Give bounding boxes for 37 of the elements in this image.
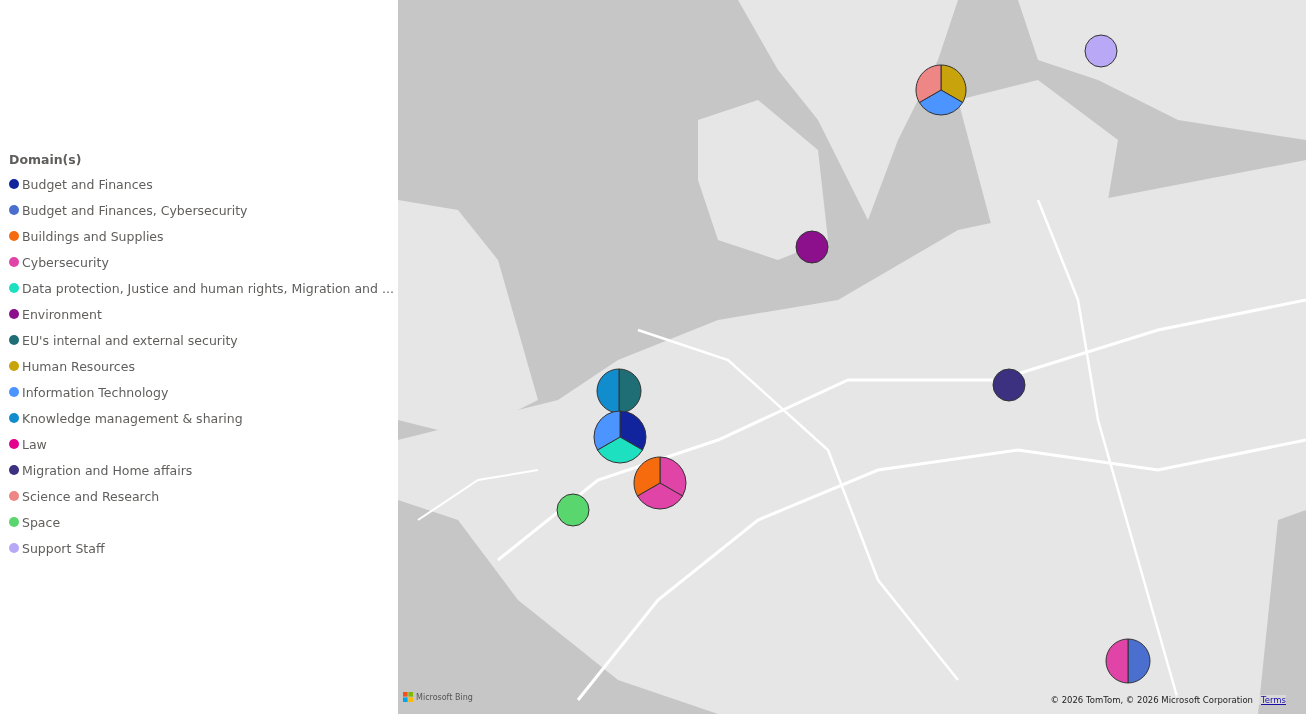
logo-text: Microsoft Bing	[416, 692, 473, 702]
pie-slice[interactable]	[940, 64, 967, 103]
legend-label[interactable]: Human Resources	[22, 358, 135, 374]
legend-label[interactable]: EU's internal and external security	[22, 332, 238, 348]
legend-title: Domain(s)	[9, 152, 83, 167]
pie-slice[interactable]	[992, 368, 1026, 402]
legend-label[interactable]: Budget and Finances, Cybersecurity	[22, 202, 248, 218]
pie-slice[interactable]	[795, 230, 829, 264]
windows-logo-icon	[403, 692, 413, 702]
pie-slice[interactable]	[596, 368, 620, 414]
pie-slice[interactable]	[597, 436, 643, 464]
legend-label[interactable]: Budget and Finances	[22, 176, 153, 192]
copyright-text: © 2026 TomTom, © 2026 Microsoft Corporation	[1050, 695, 1253, 705]
pie-slice[interactable]	[659, 456, 687, 497]
pie-slice[interactable]	[1127, 638, 1151, 684]
pie-slice[interactable]	[556, 493, 590, 527]
legend-label[interactable]: Cybersecurity	[22, 254, 109, 270]
legend-label[interactable]: Support Staff	[22, 540, 105, 556]
legend-label[interactable]: Science and Research	[22, 488, 160, 504]
legend-label[interactable]: Environment	[22, 306, 102, 322]
pie-slice[interactable]	[619, 410, 647, 451]
pie-slice[interactable]	[915, 64, 942, 103]
legend-label[interactable]: Buildings and Supplies	[22, 228, 164, 244]
legend-label[interactable]: Space	[22, 514, 61, 530]
legend-label[interactable]: Data protection, Justice and human rights, Migration and ...	[22, 280, 394, 296]
legend-label[interactable]: Law	[22, 436, 47, 452]
legend-label[interactable]: Migration and Home affairs	[22, 462, 193, 478]
pie-slice[interactable]	[618, 368, 642, 414]
pie-slice[interactable]	[1105, 638, 1129, 684]
pie-slice[interactable]	[633, 456, 661, 497]
pie-slice[interactable]	[593, 410, 621, 451]
legend-label[interactable]: Information Technology	[22, 384, 169, 400]
pie-slice[interactable]	[918, 89, 964, 116]
legend-label[interactable]: Knowledge management & sharing	[22, 410, 243, 426]
pie-slice[interactable]	[1084, 34, 1118, 68]
pie-slice[interactable]	[637, 482, 683, 510]
terms-link[interactable]: Terms	[1260, 695, 1286, 705]
